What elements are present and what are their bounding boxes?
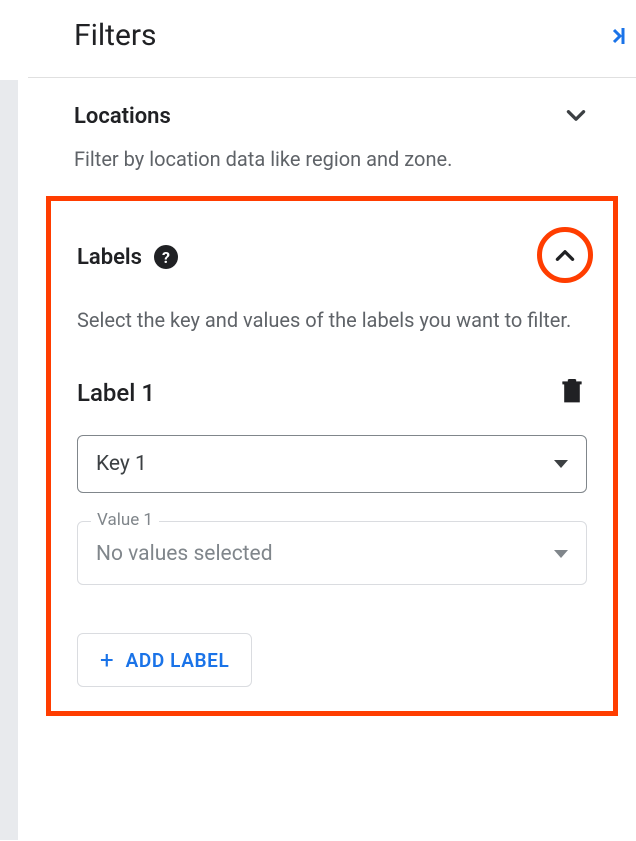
trash-icon — [561, 379, 583, 403]
dropdown-icon — [554, 460, 568, 468]
value-select-placeholder: No values selected — [96, 542, 273, 566]
delete-label-button[interactable] — [557, 375, 587, 411]
labels-title: Labels — [77, 245, 142, 270]
add-label-button[interactable]: + ADD LABEL — [77, 633, 252, 687]
value-select-legend: Value 1 — [91, 510, 159, 530]
collapse-panel-icon[interactable] — [608, 24, 636, 48]
locations-header[interactable]: Locations — [74, 102, 590, 130]
add-label-text: ADD LABEL — [126, 649, 230, 672]
locations-section: Locations Filter by location data like r… — [28, 78, 636, 192]
key-select-value: Key 1 — [96, 452, 147, 476]
help-icon[interactable]: ? — [154, 245, 178, 269]
labels-section-highlight: Labels ? Select the key and values of th… — [46, 196, 618, 716]
label-item: Label 1 Key 1 Value 1 No values se — [77, 375, 587, 585]
chevron-up-icon — [552, 242, 578, 268]
labels-header: Labels ? — [77, 231, 587, 283]
labels-description: Select the key and values of the labels … — [77, 305, 587, 335]
label-item-header: Label 1 — [77, 375, 587, 411]
labels-collapse-button[interactable] — [537, 227, 593, 283]
label-item-title: Label 1 — [77, 379, 155, 407]
value-select-wrapper: Value 1 No values selected — [77, 521, 587, 585]
left-scroll-bar — [0, 80, 18, 840]
dropdown-icon — [554, 550, 568, 558]
chevron-down-icon[interactable] — [562, 102, 590, 130]
plus-icon: + — [100, 648, 114, 672]
value-select[interactable]: No values selected — [77, 521, 587, 585]
locations-description: Filter by location data like region and … — [74, 144, 590, 174]
filters-panel: Filters Locations Filter by location dat… — [28, 0, 636, 841]
key-select[interactable]: Key 1 — [77, 435, 587, 493]
panel-title: Filters — [74, 18, 157, 53]
panel-header: Filters — [28, 0, 636, 78]
locations-title: Locations — [74, 104, 171, 129]
